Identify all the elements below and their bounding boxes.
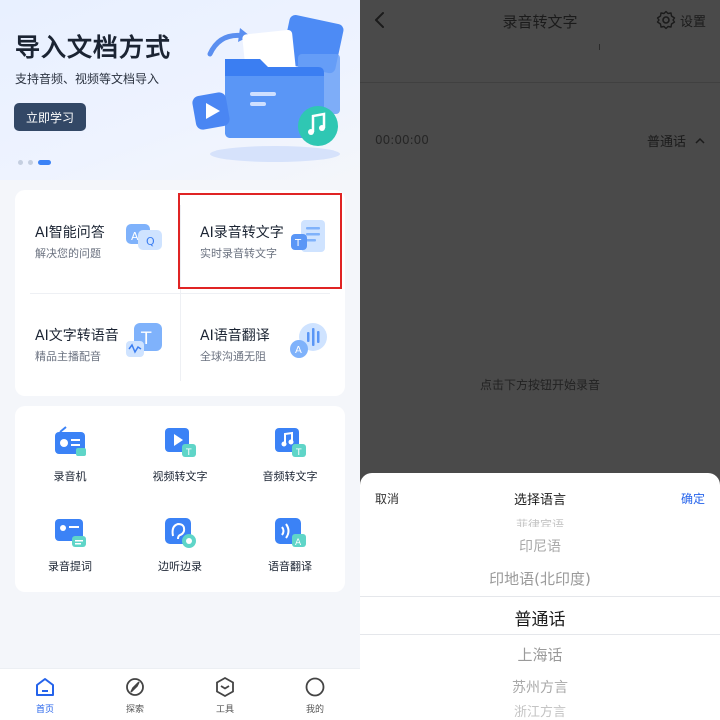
listen-record-icon [165,518,196,548]
language-option[interactable]: 苏州方言 [360,677,720,697]
carousel-dot [28,160,33,165]
banner-title: 导入文档方式 [15,33,172,62]
tool-grid: 录音机 T 视频转文字 T 音频转文字 录音提词 边听边录 A 语音翻译 [15,406,345,592]
svg-text:T: T [185,448,192,458]
language-label: 普通话 [646,135,686,150]
chevron-up-icon [695,137,705,144]
bottom-nav: 首页 探索 工具 我的 [0,668,360,720]
tool-label: 录音机 [53,470,87,483]
picker-selection-line [360,596,720,597]
compass-icon [126,678,144,696]
tool-audio-to-text[interactable]: T 音频转文字 [235,406,345,486]
audio-to-text-icon: T [275,428,306,458]
nav-label: 我的 [305,705,324,715]
tool-label: 音频转文字 [262,470,318,483]
nav-label: 首页 [35,705,54,715]
card-title: AI语音翻译 [200,328,270,344]
record-screen: 录音转文字 设置 00:00:00 普通话 点击下方按钮开始录音 取消 选择语言… [360,0,720,720]
settings-button[interactable]: 设置 [656,10,706,30]
card-title: AI文字转语音 [35,328,119,344]
highlight-box [178,193,342,289]
banner[interactable]: 导入文档方式 支持音频、视频等文档导入 立即学习 [0,0,360,180]
profile-icon [305,677,325,697]
voice-translation-icon: A [275,518,306,548]
language-option-selected[interactable]: 普通话 [360,605,720,630]
toolbox-icon [216,676,234,698]
radio-icon [55,426,86,456]
settings-label: 设置 [679,14,706,30]
card-title: AI智能问答 [35,225,105,241]
sheet-title: 选择语言 [513,493,566,508]
folder-illustration-icon [192,15,344,162]
home-icon [36,678,54,696]
language-option[interactable]: 印地语(北印度) [360,568,720,589]
language-option[interactable]: 印尼语 [360,536,720,556]
tool-label: 录音提词 [48,560,92,573]
learn-now-button[interactable]: 立即学习 [14,103,86,131]
nav-label: 工具 [215,705,234,715]
home-screen: 导入文档方式 支持音频、视频等文档导入 立即学习 AI智能问答 解决您的问题 A… [0,0,360,720]
ai-qa-card[interactable]: AI智能问答 解决您的问题 A Q [15,190,180,293]
tool-voice-translation[interactable]: A 语音翻译 [235,496,345,576]
ai-qa-icon: A Q [126,224,162,250]
text-to-speech-card[interactable]: AI文字转语音 精品主播配音 T [15,293,180,396]
banner-subtitle: 支持音频、视频等文档导入 [15,72,160,86]
divider [360,82,720,83]
text-to-speech-icon: T [126,323,162,357]
carousel-dot-active [38,160,51,165]
picker-selection-line [360,634,720,635]
svg-text:A: A [131,230,139,243]
language-selector[interactable]: 普通话 [647,131,706,150]
nav-tools[interactable]: 工具 [180,669,270,720]
card-subtitle: 解决您的问题 [35,247,101,260]
tool-label: 边听边录 [158,560,202,573]
language-option[interactable]: 浙江方言 [360,701,720,720]
tool-video-to-text[interactable]: T 视频转文字 [125,406,235,486]
nav-label: 探索 [125,705,144,715]
confirm-button[interactable]: 确定 [681,490,705,507]
language-option[interactable]: 上海话 [360,644,720,665]
language-picker-sheet: 取消 选择语言 确定 菲律宾语 印尼语 印地语(北印度) 普通话 上海话 苏州方… [360,473,720,720]
header: 录音转文字 设置 [360,0,720,42]
svg-text:T: T [295,448,302,458]
nav-explore[interactable]: 探索 [90,669,180,720]
nav-home[interactable]: 首页 [0,669,90,720]
carousel-dot [18,160,23,165]
svg-text:A: A [295,345,302,356]
tool-recorder[interactable]: 录音机 [15,406,125,486]
recording-timer: 00:00:00 [375,133,429,147]
voice-translate-icon: A [290,323,327,358]
carousel-indicator [18,160,51,165]
card-subtitle: 全球沟通无阻 [200,350,266,363]
svg-text:A: A [295,538,302,548]
svg-text:Q: Q [146,235,155,248]
tool-label: 语音翻译 [268,560,312,573]
nav-profile[interactable]: 我的 [270,669,360,720]
video-to-text-icon: T [165,428,196,458]
tool-label: 视频转文字 [152,470,208,483]
tool-listen-record[interactable]: 边听边录 [125,496,235,576]
language-option[interactable]: 菲律宾语 [360,515,720,527]
card-subtitle: 精品主播配音 [35,350,101,363]
teleprompter-icon [55,519,86,547]
tool-teleprompter[interactable]: 录音提词 [15,496,125,576]
cursor-mark [599,44,600,50]
recording-hint: 点击下方按钮开始录音 [479,378,600,392]
voice-translate-card[interactable]: AI语音翻译 全球沟通无阻 A [180,293,345,396]
gear-icon [656,10,676,30]
